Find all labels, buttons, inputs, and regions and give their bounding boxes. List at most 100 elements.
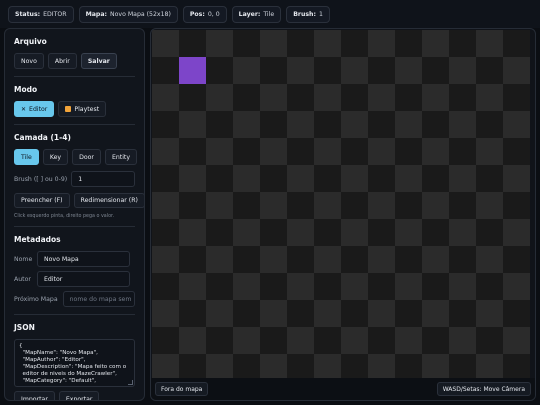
grid-cell[interactable] [503, 354, 530, 379]
grid-cell[interactable] [314, 327, 341, 354]
grid-cell[interactable] [233, 138, 260, 165]
grid-cell[interactable] [341, 327, 368, 354]
grid-cell[interactable] [179, 30, 206, 57]
grid-cell[interactable] [422, 192, 449, 219]
grid-cell[interactable] [206, 138, 233, 165]
grid-cell[interactable] [179, 273, 206, 300]
grid-cell[interactable] [368, 57, 395, 84]
grid-cell[interactable] [287, 84, 314, 111]
grid-cell[interactable] [206, 327, 233, 354]
grid-cell[interactable] [395, 273, 422, 300]
grid-cell[interactable] [314, 354, 341, 379]
grid-cell[interactable] [368, 273, 395, 300]
grid-cell[interactable] [503, 165, 530, 192]
grid-cell[interactable] [206, 246, 233, 273]
grid-cell[interactable] [368, 246, 395, 273]
grid-cell[interactable] [152, 327, 179, 354]
grid-cell[interactable] [395, 57, 422, 84]
grid-cell[interactable] [368, 84, 395, 111]
grid-cell[interactable] [206, 30, 233, 57]
grid-cell[interactable] [395, 219, 422, 246]
grid-cell[interactable] [152, 57, 179, 84]
grid-cell[interactable] [449, 30, 476, 57]
grid-cell[interactable] [476, 246, 503, 273]
grid-cell[interactable] [476, 138, 503, 165]
resize-grip-icon[interactable] [128, 380, 133, 385]
grid-cell[interactable] [503, 138, 530, 165]
grid-cell[interactable] [152, 246, 179, 273]
grid-cell[interactable] [287, 300, 314, 327]
grid-cell[interactable] [260, 354, 287, 379]
grid-cell[interactable] [449, 219, 476, 246]
grid-cell[interactable] [341, 165, 368, 192]
grid-cell[interactable] [179, 84, 206, 111]
grid-cell[interactable] [503, 30, 530, 57]
grid-cell[interactable] [152, 84, 179, 111]
grid-cell[interactable] [476, 111, 503, 138]
grid-cell[interactable] [449, 273, 476, 300]
grid-cell[interactable] [422, 84, 449, 111]
grid-cell[interactable] [206, 165, 233, 192]
grid-cell[interactable] [152, 111, 179, 138]
grid-cell[interactable] [179, 165, 206, 192]
grid-cell[interactable] [476, 165, 503, 192]
grid-cell[interactable] [341, 84, 368, 111]
grid-cell[interactable] [233, 246, 260, 273]
editor-mode-button[interactable]: ✕ Editor [14, 101, 55, 117]
grid-cell[interactable] [368, 111, 395, 138]
grid-cell[interactable] [422, 138, 449, 165]
grid-cell[interactable] [152, 273, 179, 300]
grid-cell[interactable] [314, 111, 341, 138]
grid-cell[interactable] [341, 219, 368, 246]
grid-cell[interactable] [287, 327, 314, 354]
grid-cell[interactable] [287, 219, 314, 246]
playtest-mode-button[interactable]: Playtest [58, 101, 107, 117]
grid-cell[interactable] [368, 219, 395, 246]
grid-cell[interactable] [233, 219, 260, 246]
grid-cell[interactable] [449, 246, 476, 273]
grid-cell[interactable] [314, 273, 341, 300]
grid-cell[interactable] [449, 84, 476, 111]
grid-cell[interactable] [503, 111, 530, 138]
preencher-button[interactable]: Preencher (F) [14, 193, 70, 208]
grid-cell[interactable] [503, 327, 530, 354]
grid-cell[interactable] [395, 111, 422, 138]
grid-cell[interactable] [260, 84, 287, 111]
grid-cell[interactable] [503, 273, 530, 300]
grid-cell[interactable] [341, 30, 368, 57]
grid-cell[interactable] [314, 300, 341, 327]
grid-cell[interactable] [422, 165, 449, 192]
redimensionar-button[interactable]: Redimensionar (R) [73, 193, 144, 208]
salvar-button[interactable]: Salvar [80, 53, 117, 69]
grid-cell[interactable] [476, 273, 503, 300]
grid-cell[interactable] [179, 111, 206, 138]
tab-entity[interactable]: Entity [104, 149, 138, 165]
novo-button[interactable]: Novo [14, 53, 44, 69]
grid-cell[interactable] [287, 354, 314, 379]
grid-cell[interactable] [368, 300, 395, 327]
grid-cell[interactable] [476, 192, 503, 219]
grid-cell[interactable] [395, 327, 422, 354]
grid-cell[interactable] [260, 246, 287, 273]
grid-cell[interactable] [152, 30, 179, 57]
grid-cell[interactable] [152, 354, 179, 379]
grid-cell[interactable] [395, 30, 422, 57]
exportar-button[interactable]: Exportar [58, 391, 100, 400]
grid-cell[interactable] [422, 354, 449, 379]
grid-cell[interactable] [179, 300, 206, 327]
grid-cell[interactable] [233, 300, 260, 327]
grid-cell[interactable] [287, 165, 314, 192]
grid-cell[interactable] [341, 57, 368, 84]
grid-cell[interactable] [341, 273, 368, 300]
grid-cell[interactable] [314, 246, 341, 273]
grid-cell[interactable] [449, 111, 476, 138]
grid-cell[interactable] [233, 273, 260, 300]
grid-cell[interactable] [260, 165, 287, 192]
grid-cell[interactable] [368, 192, 395, 219]
grid-cell[interactable] [233, 57, 260, 84]
grid-cell[interactable] [314, 30, 341, 57]
grid-cell[interactable] [422, 111, 449, 138]
grid-cell[interactable] [287, 273, 314, 300]
grid-cell[interactable] [476, 84, 503, 111]
grid-cell[interactable] [422, 57, 449, 84]
